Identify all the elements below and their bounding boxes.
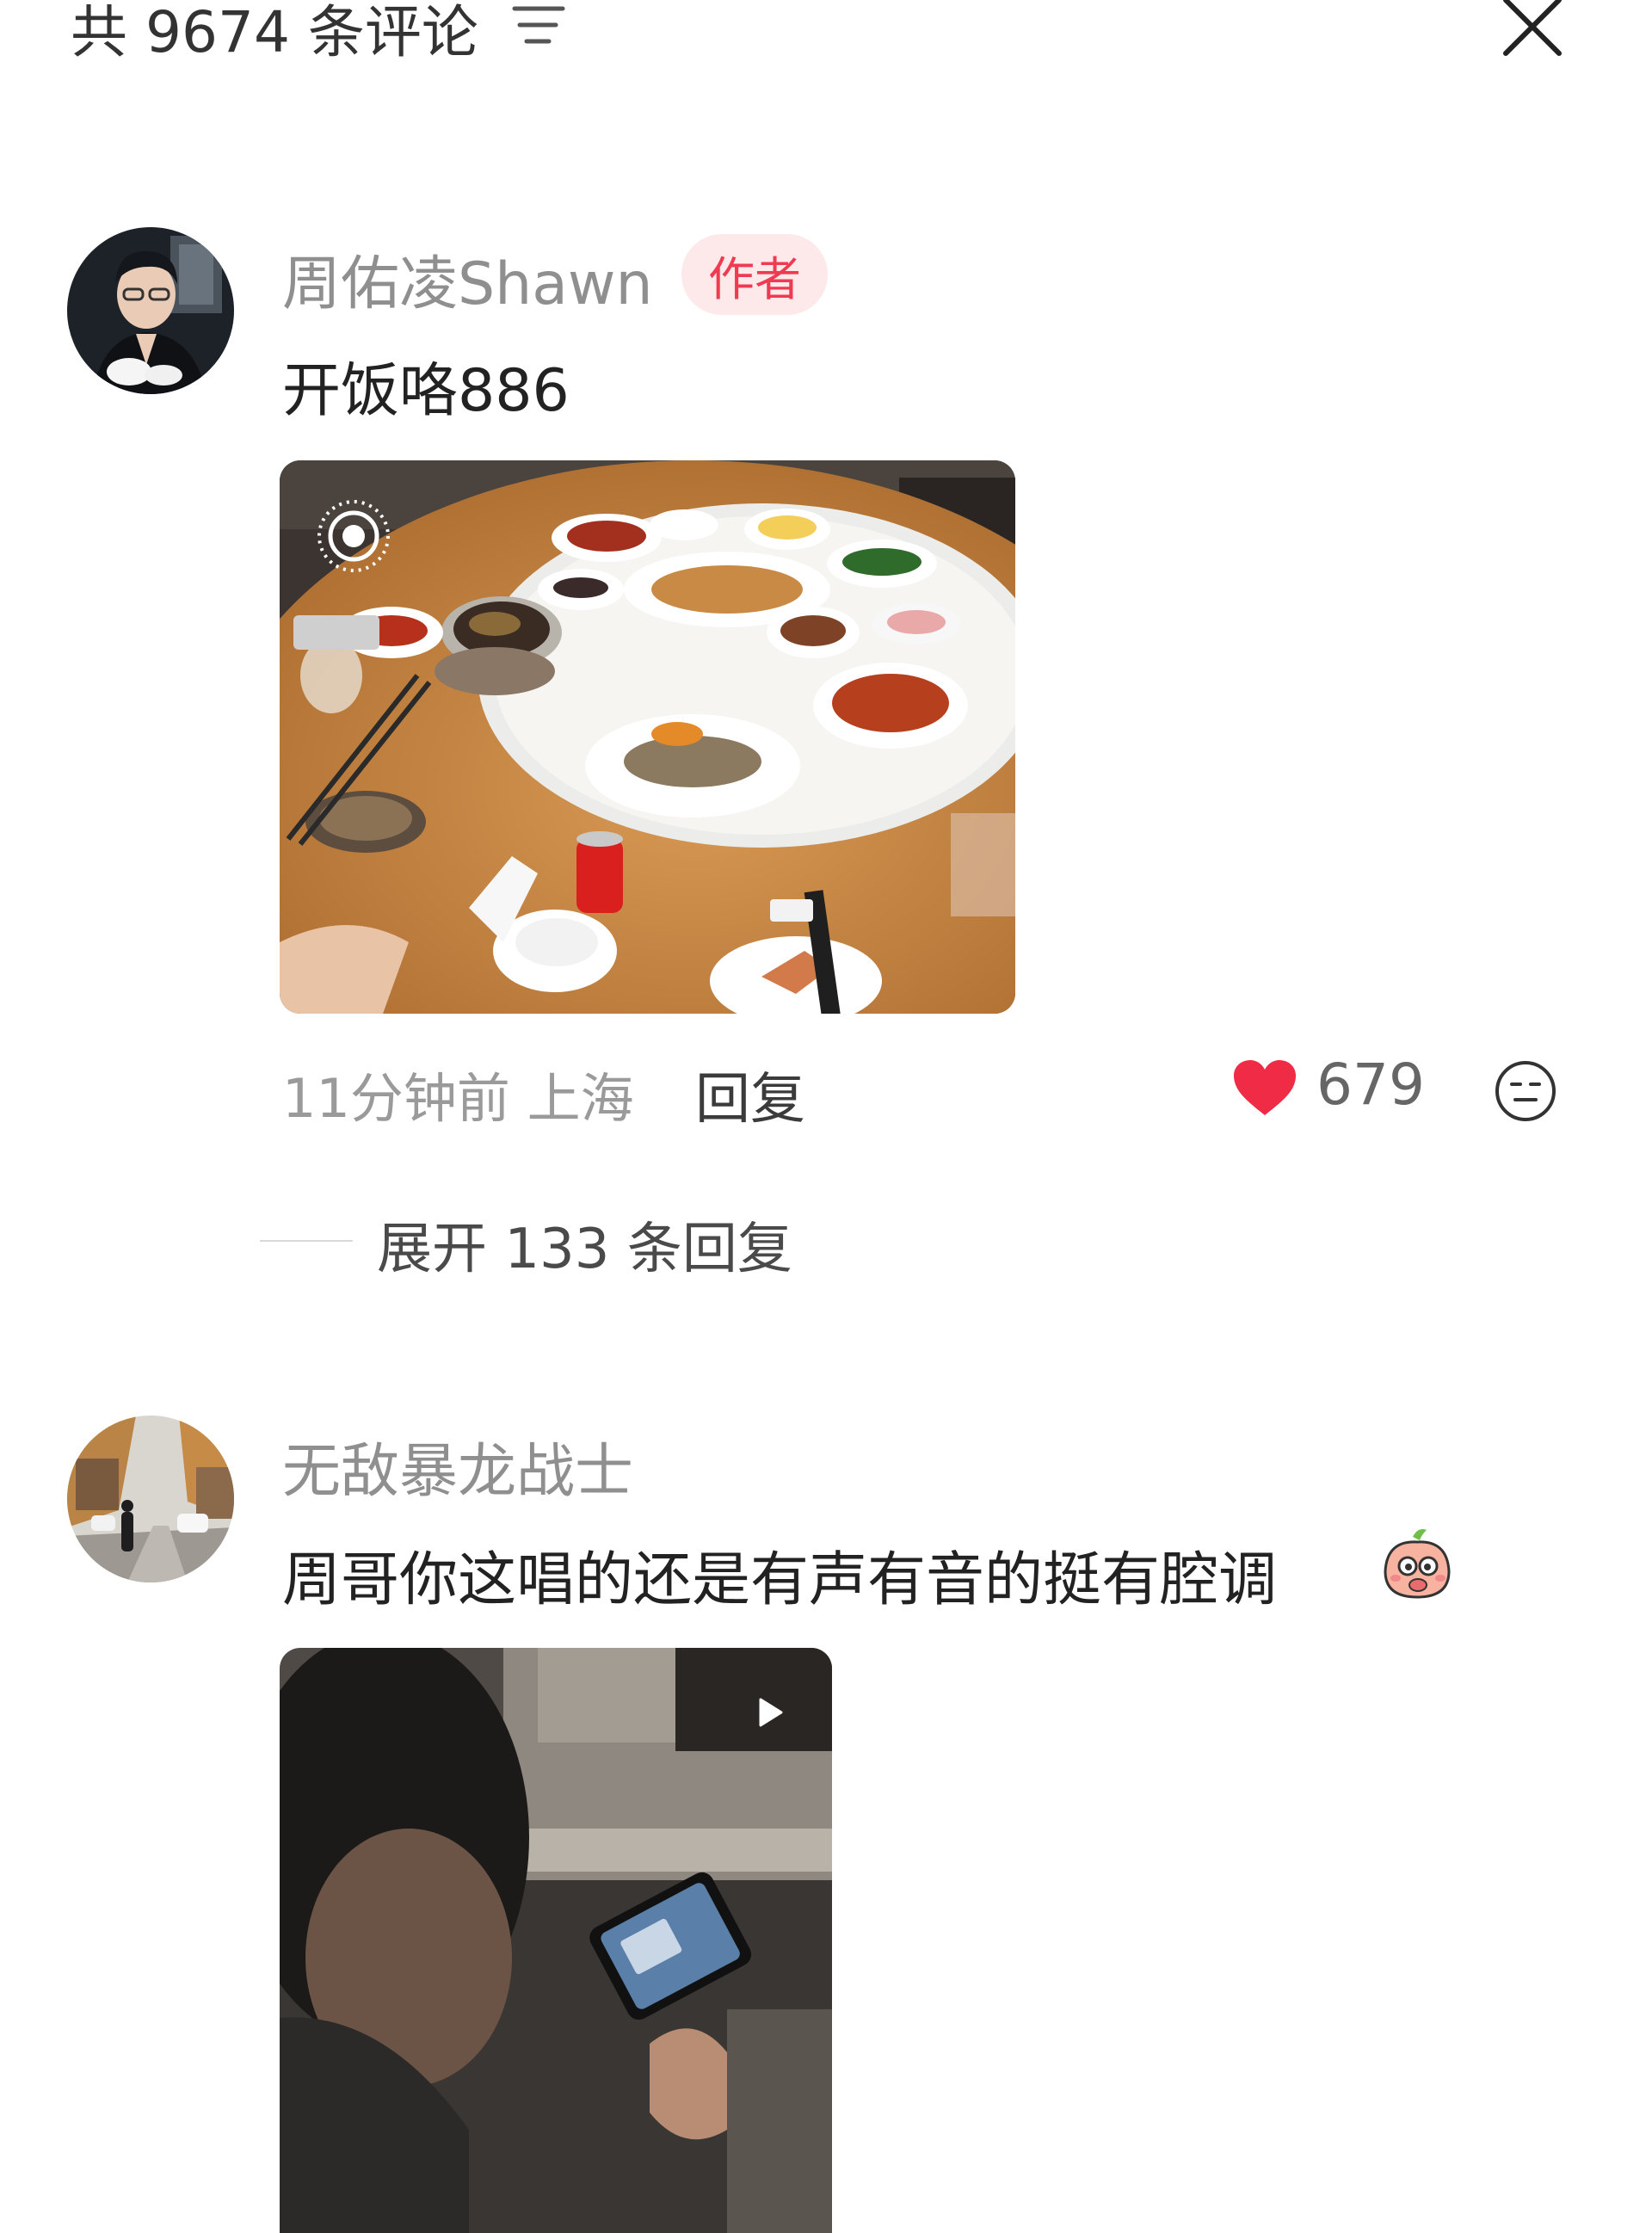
comment-text: 开饭咯886 — [282, 357, 570, 425]
divider — [260, 1240, 353, 1242]
reply-button[interactable]: 回复 — [695, 1055, 805, 1134]
emoji-face-icon[interactable] — [1493, 1058, 1558, 1124]
comment-username[interactable]: 周佑凌Shawn — [282, 236, 653, 321]
filter-lines-icon[interactable] — [511, 2, 566, 48]
avatar[interactable] — [67, 227, 234, 394]
play-icon[interactable] — [752, 1695, 786, 1730]
comment-username[interactable]: 无敌暴龙战士 — [282, 1423, 633, 1508]
comment-count-title: 共 9674 条评论 — [71, 0, 478, 65]
author-badge: 作者 — [681, 234, 828, 315]
comment-text: 周哥你这唱的还是有声有音的挺有腔调 — [282, 1546, 1278, 1614]
live-photo-icon — [317, 500, 390, 572]
comment-time-location: 11分钟前 上海 — [282, 1067, 634, 1130]
comment-video[interactable] — [280, 1648, 832, 2233]
avatar[interactable] — [67, 1416, 234, 1582]
like-count: 679 — [1316, 1052, 1425, 1118]
expand-replies-button[interactable]: 展开 133 条回复 — [377, 1205, 792, 1284]
heart-icon[interactable] — [1232, 1058, 1298, 1119]
peach-sticker-icon — [1384, 1529, 1451, 1599]
close-icon[interactable] — [1499, 0, 1566, 60]
